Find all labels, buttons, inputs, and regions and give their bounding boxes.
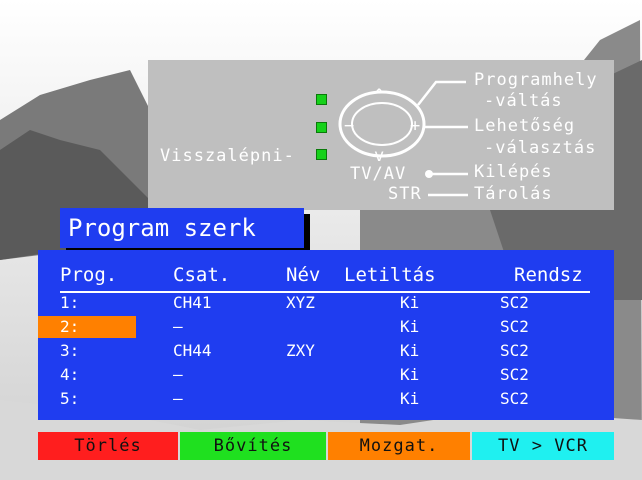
cell-system: SC2 (500, 389, 529, 408)
expand-button[interactable]: Bővítés (180, 432, 326, 460)
cell-lock: Ki (400, 293, 420, 312)
minus-icon: − (344, 116, 356, 136)
cell-lock: Ki (400, 365, 420, 384)
option-select-label-2: -választás (484, 138, 597, 158)
exit-label: Kilépés (474, 162, 553, 182)
table-row[interactable]: 4: – Ki SC2 (38, 364, 614, 386)
page-title: Program szerk (60, 208, 304, 248)
cell-lock: Ki (400, 341, 420, 360)
green-square-icon (316, 122, 327, 133)
table-row-selected[interactable]: 2: – Ki SC2 (38, 316, 614, 338)
store-label: Tárolás (474, 184, 553, 204)
column-header-prog: Prog. (60, 264, 118, 286)
move-button[interactable]: Mozgat. (328, 432, 470, 460)
cell-system: SC2 (500, 365, 529, 384)
cell-prog: 3: (60, 341, 80, 360)
column-header-system: Rendsz (514, 264, 583, 286)
cell-prog: 1: (60, 293, 80, 312)
table-header: Prog. Csat. Név Letiltás Rendsz (38, 264, 614, 293)
column-header-channel: Csat. (173, 264, 231, 286)
cell-name: XYZ (286, 293, 315, 312)
cell-name: ZXY (286, 341, 315, 360)
cell-lock: Ki (400, 317, 420, 336)
back-label: Visszalépni- (160, 146, 295, 166)
column-header-lock: Letiltás (344, 264, 436, 286)
cell-prog: 5: (60, 389, 80, 408)
cell-channel: – (173, 365, 183, 384)
down-arrow-icon: v (374, 146, 386, 166)
selection-highlight (38, 316, 136, 338)
cell-channel: – (173, 389, 183, 408)
column-header-name: Név (286, 264, 321, 286)
tv-vcr-button[interactable]: TV > VCR (472, 432, 614, 460)
cell-system: SC2 (500, 293, 529, 312)
cell-prog: 2: (60, 317, 80, 336)
cell-channel: CH41 (173, 293, 212, 312)
cell-system: SC2 (500, 341, 529, 360)
channel-change-label: Programhely (474, 70, 598, 90)
delete-button[interactable]: Törlés (38, 432, 178, 460)
program-table: Prog. Csat. Név Letiltás Rendsz 1: CH41 … (38, 250, 614, 420)
tvav-label: TV/AV (350, 164, 407, 184)
cell-channel: – (173, 317, 183, 336)
cell-prog: 4: (60, 365, 80, 384)
str-label: STR (388, 184, 422, 204)
table-row[interactable]: 1: CH41 XYZ Ki SC2 (38, 292, 614, 314)
green-square-icon (316, 149, 327, 160)
cell-system: SC2 (500, 317, 529, 336)
option-select-label: Lehetőség (474, 116, 576, 136)
green-square-icon (316, 94, 327, 105)
table-row[interactable]: 3: CH44 ZXY Ki SC2 (38, 340, 614, 362)
cell-lock: Ki (400, 389, 420, 408)
cell-channel: CH44 (173, 341, 212, 360)
plus-icon: + (410, 116, 422, 136)
up-arrow-icon: ^ (374, 86, 386, 106)
remote-help-panel: ^ v − + Visszalépni- TV/AV STR Programhe… (148, 60, 614, 210)
channel-change-label-2: -váltás (484, 91, 563, 111)
table-row[interactable]: 5: – Ki SC2 (38, 388, 614, 410)
